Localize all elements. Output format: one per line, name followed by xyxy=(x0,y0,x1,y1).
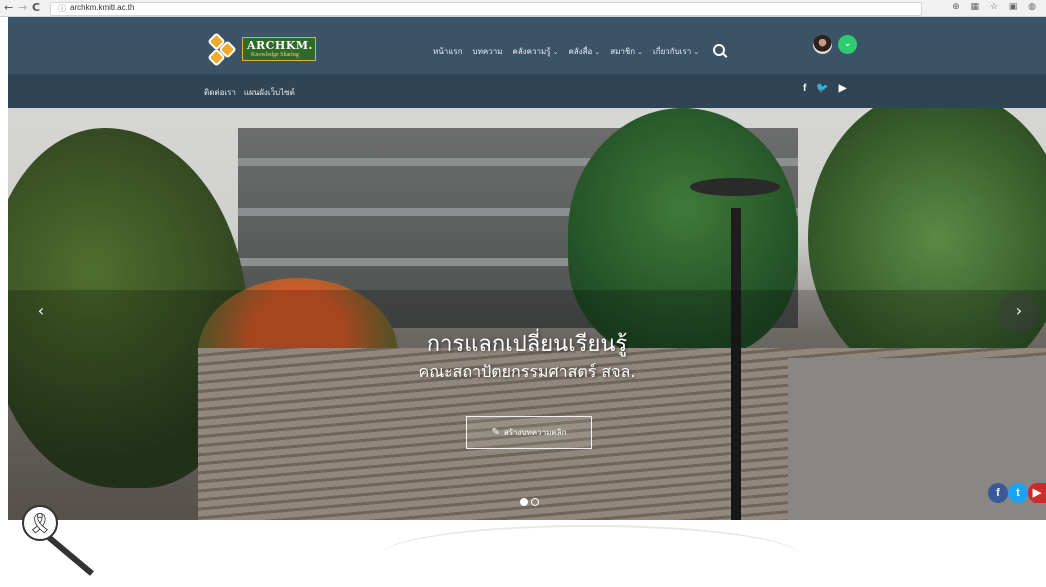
user-menu-chevron-icon[interactable]: ⌄ xyxy=(838,35,857,54)
search-icon[interactable] xyxy=(713,44,726,56)
link-contact[interactable]: ติดต่อเรา xyxy=(204,86,236,99)
twitter-icon[interactable]: 🐦 xyxy=(816,83,828,94)
link-sitemap[interactable]: แผนผังเว็บไซต์ xyxy=(244,86,295,99)
hero-carousel: การแลกเปลี่ยนเรียนรู้ คณะสถาปัตยกรรมศาสต… xyxy=(8,108,1046,520)
carousel-indicators xyxy=(520,498,539,506)
ribbon-tail xyxy=(44,532,94,576)
menu-members[interactable]: สมาชิก ⌄ xyxy=(610,45,643,58)
main-menu: หน้าแรก บทความ คลังความรู้ ⌄ คลังสื่อ ⌄ สม… xyxy=(433,44,726,58)
forward-arrow-icon[interactable]: → xyxy=(18,1,27,15)
chevron-down-icon: ⌄ xyxy=(637,47,643,56)
caption-overlay xyxy=(8,290,1046,520)
logo-subtitle: Knowledge Sharing xyxy=(251,52,299,58)
social-links: f 🐦 ▶ xyxy=(803,83,847,94)
carousel-dot[interactable] xyxy=(531,498,539,506)
url-text[interactable]: archkm.kmitl.ac.th xyxy=(70,3,134,12)
carousel-prev-button[interactable]: ‹ xyxy=(20,291,62,333)
menu-label: เกี่ยวกับเรา xyxy=(652,46,692,56)
back-arrow-icon[interactable]: ← xyxy=(4,1,13,15)
menu-about[interactable]: เกี่ยวกับเรา ⌄ xyxy=(653,45,699,58)
site-logo[interactable]: ARCHKM. Knowledge Sharing xyxy=(207,32,320,67)
lamp-image xyxy=(690,178,780,196)
reload-icon[interactable]: C xyxy=(32,1,40,15)
hero-subtitle: คณะสถาปัตยกรรมศาสตร์ สจล. xyxy=(418,362,636,381)
secondary-links: ติดต่อเรา แผนผังเว็บไซต์ xyxy=(204,86,295,99)
menu-label: หน้าแรก xyxy=(433,46,463,56)
hero-title: การแลกเปลี่ยนเรียนรู้ xyxy=(426,332,628,357)
share-twitter-icon[interactable]: t xyxy=(1008,483,1028,503)
share-facebook-icon[interactable]: f xyxy=(988,483,1008,503)
secondary-navbar: ติดต่อเรา แผนผังเว็บไซต์ f 🐦 ▶ xyxy=(8,74,1046,108)
menu-label: บทความ xyxy=(472,46,503,56)
browser-extension-icons[interactable]: ⊕ ▦ ☆ ▣ ◍ xyxy=(952,2,1040,12)
address-bar[interactable] xyxy=(50,2,922,16)
menu-label: สมาชิก xyxy=(610,46,636,56)
share-youtube-icon[interactable]: ▶ xyxy=(1028,483,1046,503)
menu-media[interactable]: คลังสื่อ ⌄ xyxy=(568,45,600,58)
chevron-down-icon: ⌄ xyxy=(693,47,700,56)
logo-badge: ARCHKM. Knowledge Sharing xyxy=(242,37,316,61)
main-navbar: ARCHKM. Knowledge Sharing หน้าแรก บทความ… xyxy=(8,17,1046,74)
logo-title: ARCHKM. xyxy=(247,39,313,52)
chevron-down-icon: ⌄ xyxy=(594,47,601,56)
menu-label: คลังความรู้ xyxy=(512,46,551,56)
cta-label: สร้างบทความคลิก xyxy=(503,428,567,437)
mourning-ribbon-icon: 🎗 xyxy=(22,505,58,541)
carousel-next-button[interactable]: › xyxy=(998,291,1040,333)
menu-home[interactable]: หน้าแรก xyxy=(433,45,463,58)
menu-knowledge[interactable]: คลังความรู้ ⌄ xyxy=(513,45,559,58)
edit-icon: ✎ xyxy=(491,427,500,438)
youtube-icon[interactable]: ▶ xyxy=(839,83,847,94)
avatar[interactable] xyxy=(813,35,832,54)
info-icon[interactable]: ⓘ xyxy=(58,3,66,14)
facebook-icon[interactable]: f xyxy=(803,83,806,94)
menu-articles[interactable]: บทความ xyxy=(473,45,503,58)
browser-toolbar: ← → C ⓘ archkm.kmitl.ac.th ⊕ ▦ ☆ ▣ ◍ xyxy=(0,0,1046,17)
carousel-dot[interactable] xyxy=(520,498,528,506)
menu-label: คลังสื่อ xyxy=(568,46,593,56)
chevron-down-icon: ⌄ xyxy=(552,47,559,56)
create-article-button[interactable]: ✎ สร้างบทความคลิก xyxy=(466,416,592,449)
watermark-seal xyxy=(380,525,800,587)
